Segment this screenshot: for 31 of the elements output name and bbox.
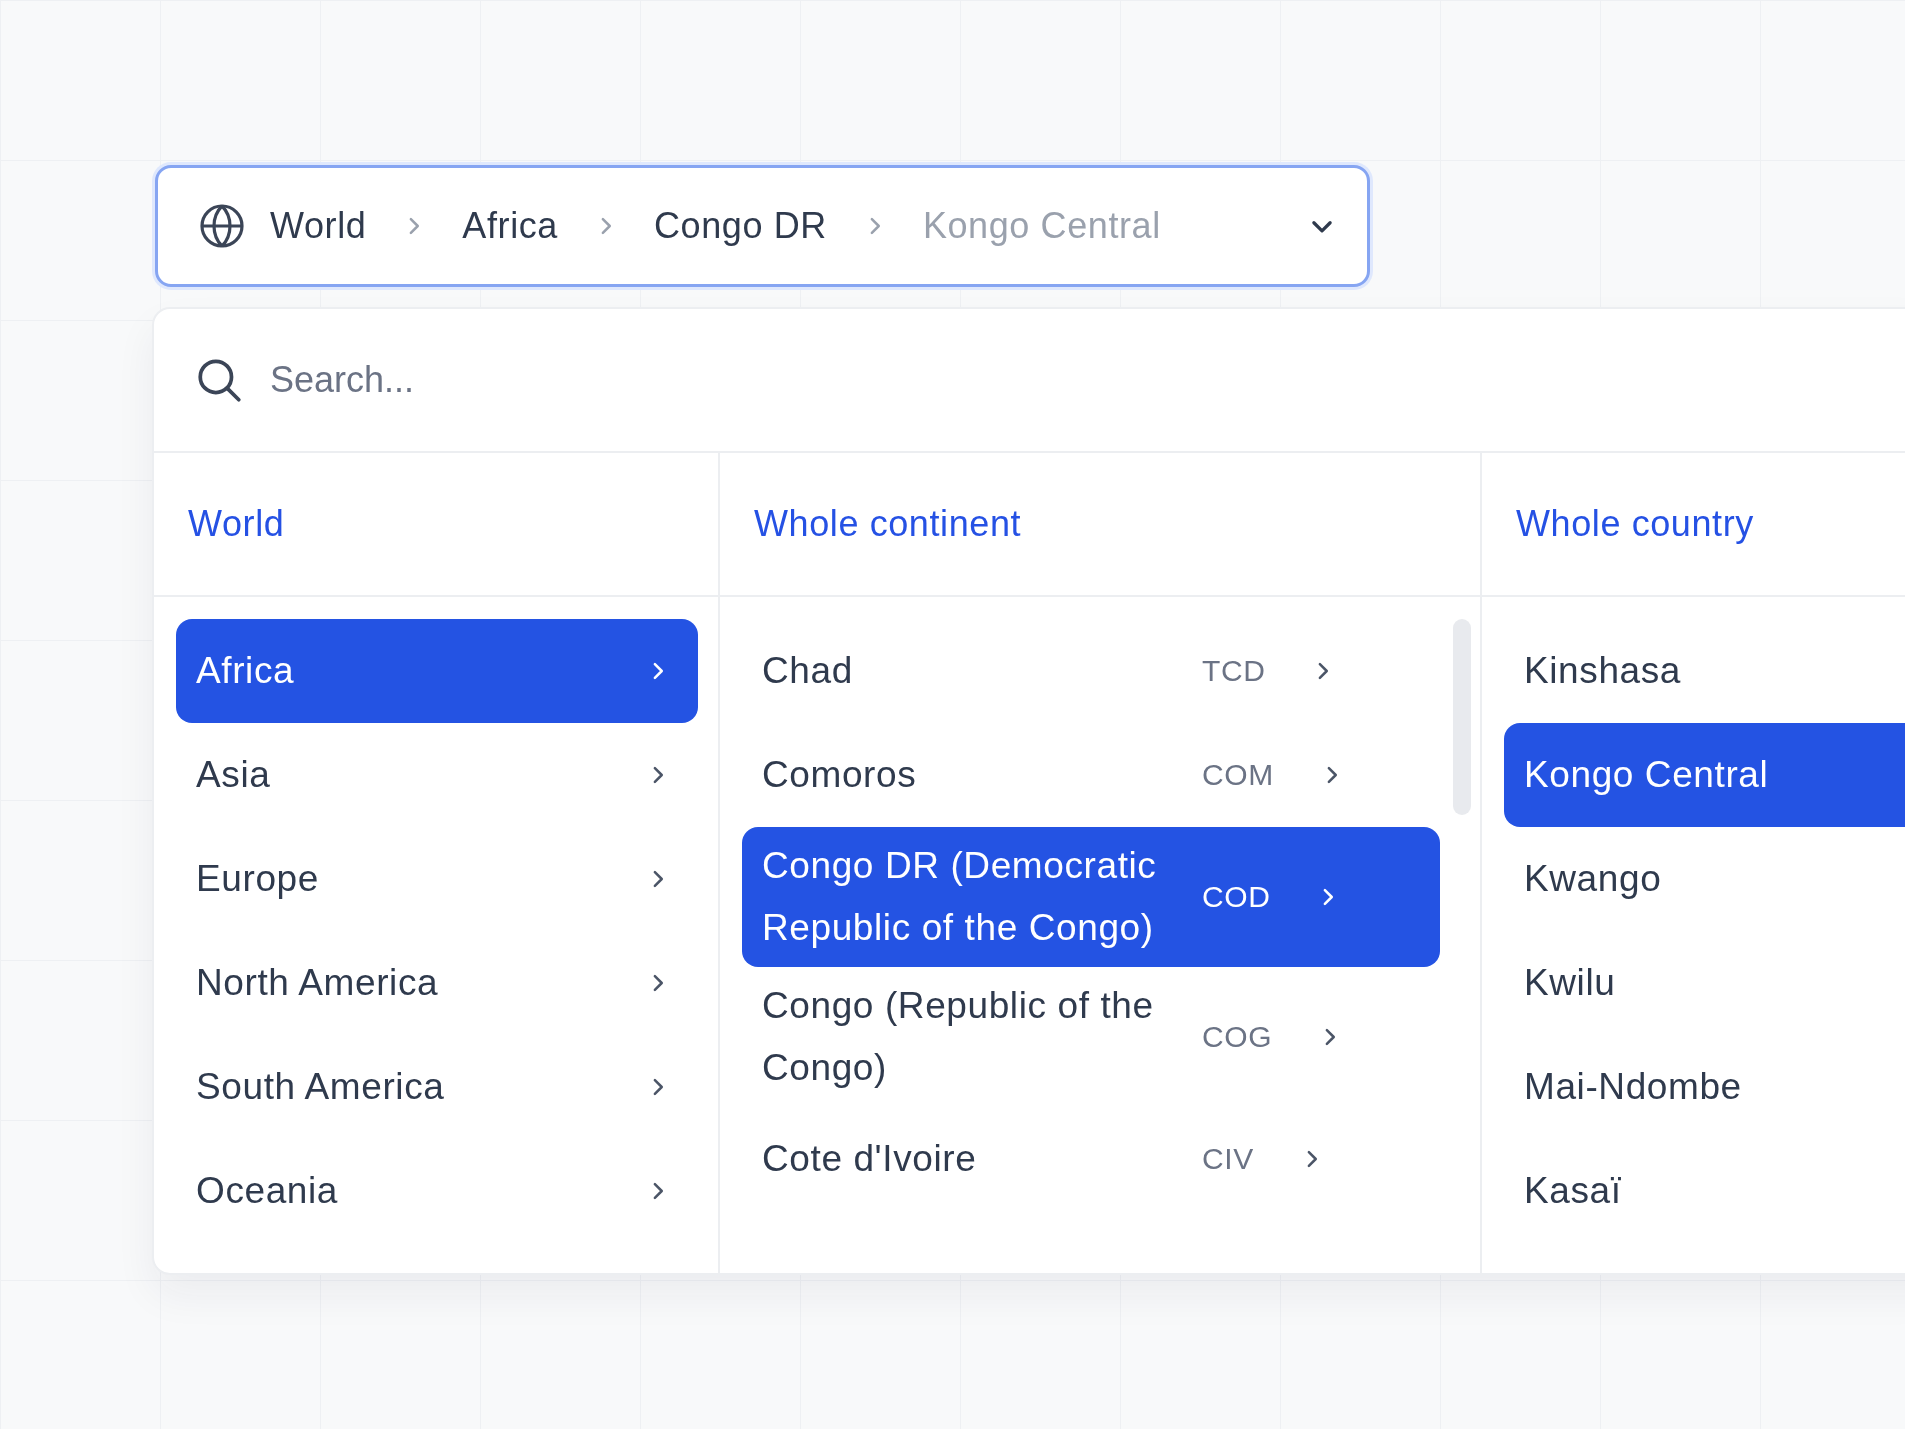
list-item[interactable]: Kwango	[1504, 827, 1905, 931]
country-code: COM	[1202, 758, 1274, 792]
breadcrumb-item[interactable]: World	[270, 205, 367, 247]
globe-icon	[198, 202, 246, 250]
search-field[interactable]: Search...	[268, 358, 872, 402]
list-item[interactable]: Kasaï	[1504, 1139, 1905, 1243]
country-code: COG	[1202, 1020, 1273, 1054]
list-item[interactable]: Asia	[176, 723, 698, 827]
column-header[interactable]: Whole country	[1482, 453, 1905, 597]
column-header[interactable]: World	[154, 453, 718, 597]
list-item[interactable]: Kongo Central	[1504, 723, 1905, 827]
list-item[interactable]: Kinshasa	[1504, 619, 1905, 723]
breadcrumb-item[interactable]: Congo DR	[654, 205, 827, 247]
list-item[interactable]: Chad TCD	[742, 619, 1440, 723]
list-item[interactable]: Europe	[176, 827, 698, 931]
list-item[interactable]: Mai-Ndombe	[1504, 1035, 1905, 1139]
list-item[interactable]: Africa	[176, 619, 698, 723]
list-item[interactable]: Comoros COM	[742, 723, 1440, 827]
list-item[interactable]: North America	[176, 931, 698, 1035]
column-header[interactable]: Whole continent	[720, 453, 1480, 597]
country-code: COD	[1202, 880, 1271, 914]
list-item[interactable]: South America	[176, 1035, 698, 1139]
breadcrumb-item[interactable]: Africa	[462, 205, 558, 247]
country-code: TCD	[1202, 654, 1266, 688]
list-item[interactable]: Cote d'Ivoire CIV	[742, 1107, 1440, 1211]
list-item[interactable]: Kwilu	[1504, 931, 1905, 1035]
breadcrumb-bar[interactable]: World Africa Congo DR Kongo Central	[155, 165, 1370, 287]
list-item[interactable]: Congo (Republic of the Congo) COG	[742, 967, 1440, 1107]
list-item[interactable]: Congo DR (Democratic Republic of the Congo) COD	[742, 827, 1440, 967]
list-item[interactable]: Oceania	[176, 1139, 698, 1243]
country-code: CIV	[1202, 1142, 1254, 1176]
